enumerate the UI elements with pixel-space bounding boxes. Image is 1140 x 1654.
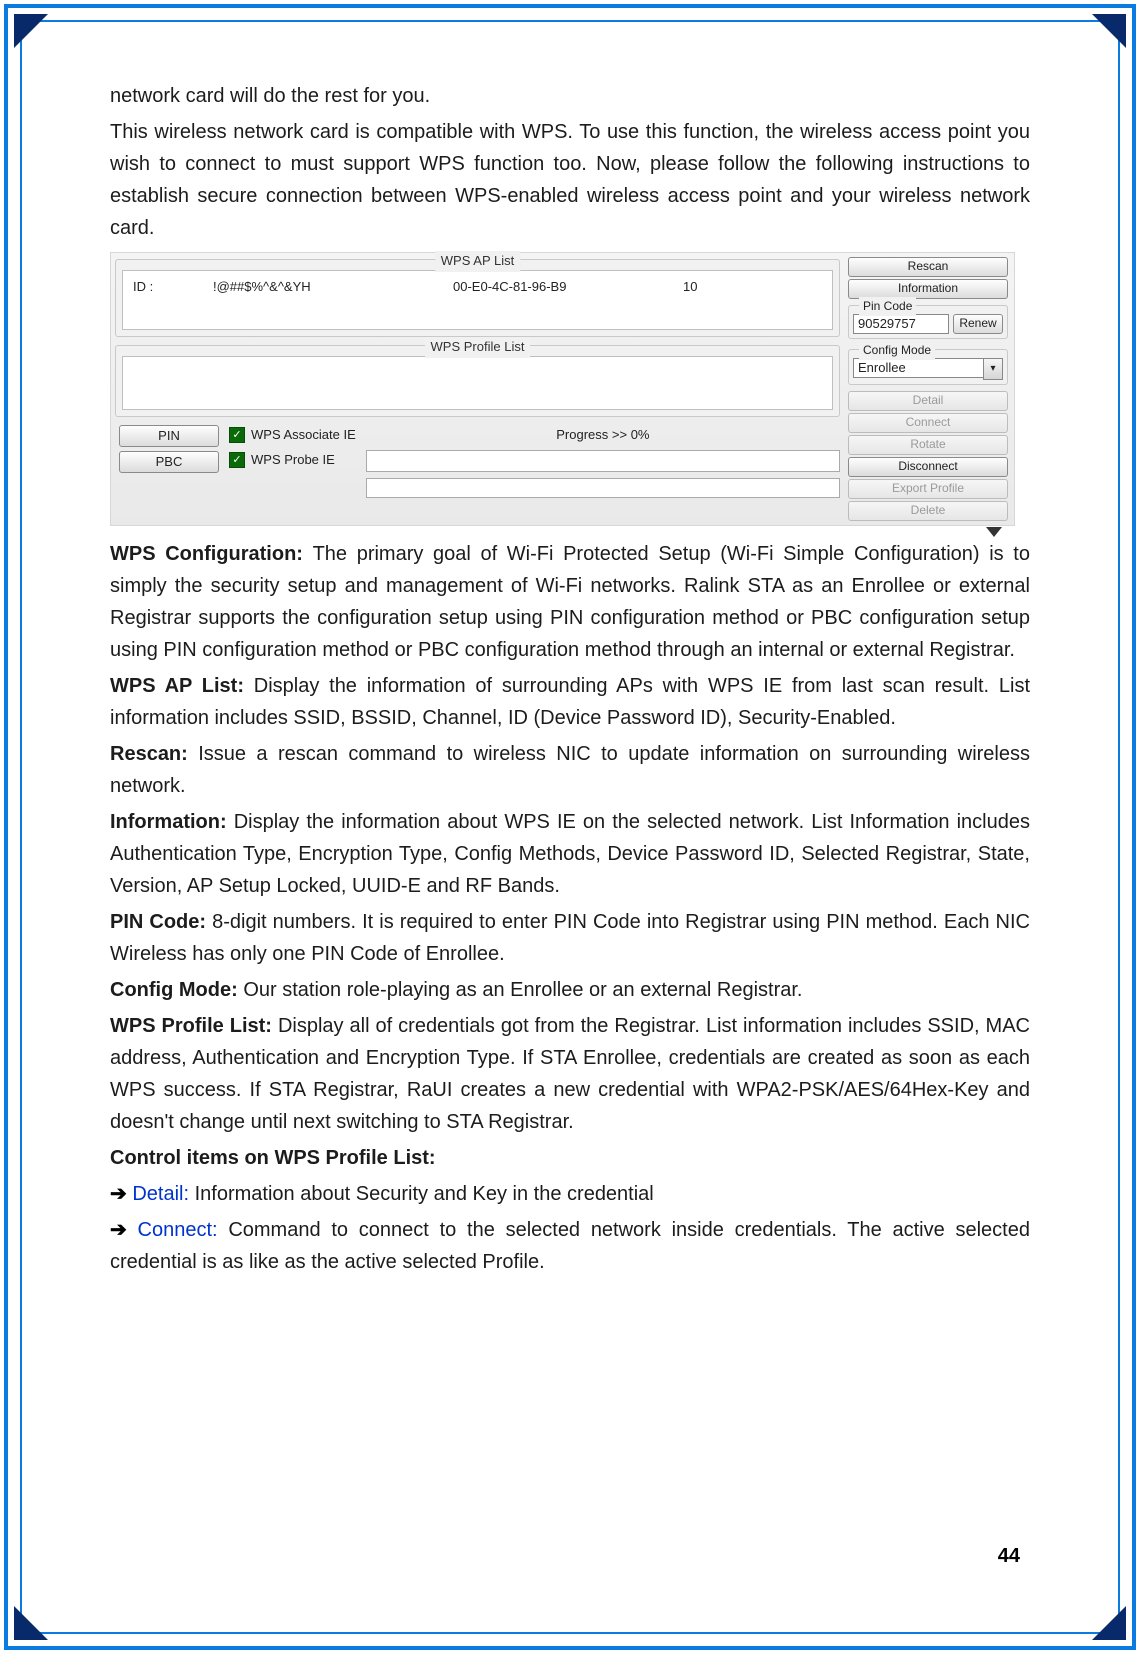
page-number: 44 [998, 1545, 1020, 1568]
expand-down-icon[interactable] [986, 527, 1002, 537]
renew-button[interactable]: Renew [953, 314, 1003, 334]
pbc-button[interactable]: PBC [119, 451, 219, 473]
text-rescan: Issue a rescan command to wireless NIC t… [110, 743, 1030, 797]
config-mode-legend: Config Mode [859, 341, 935, 360]
arrow-icon: ➔ [110, 1219, 138, 1241]
label-wps-ap-list: WPS AP List: [110, 675, 254, 697]
control-items-heading: Control items on WPS Profile List: [110, 1142, 1030, 1174]
config-mode-select[interactable]: Enrollee ▾ [853, 358, 1003, 380]
connect-button[interactable]: Connect [848, 413, 1008, 433]
para-wps-ap-list: WPS AP List: Display the information of … [110, 670, 1030, 734]
pin-code-field[interactable]: 90529757 [853, 314, 949, 334]
profile-list-legend: WPS Profile List [425, 337, 531, 358]
label-information: Information: [110, 811, 234, 833]
bullet-detail: ➔ Detail: Information about Security and… [110, 1178, 1030, 1210]
chevron-down-icon[interactable]: ▾ [983, 358, 1003, 380]
bullet-connect: ➔ Connect: Command to connect to the sel… [110, 1214, 1030, 1278]
text-config-mode: Our station role-playing as an Enrollee … [243, 979, 802, 1001]
rotate-button[interactable]: Rotate [848, 435, 1008, 455]
intro-paragraph: This wireless network card is compatible… [110, 116, 1030, 244]
pin-button[interactable]: PIN [119, 425, 219, 447]
text-detail: Information about Security and Key in th… [189, 1183, 654, 1205]
rescan-button[interactable]: Rescan [848, 257, 1008, 277]
config-mode-value: Enrollee [853, 358, 983, 378]
para-pin-code: PIN Code: 8-digit numbers. It is require… [110, 906, 1030, 970]
probe-ie-label: WPS Probe IE [251, 450, 335, 471]
pin-code-legend: Pin Code [859, 297, 916, 316]
label-pin-code: PIN Code: [110, 911, 212, 933]
delete-button[interactable]: Delete [848, 501, 1008, 521]
para-information: Information: Display the information abo… [110, 806, 1030, 902]
detail-button[interactable]: Detail [848, 391, 1008, 411]
ap-ssid: !@##$%^&^&YH [203, 275, 443, 300]
label-rescan: Rescan: [110, 743, 198, 765]
profile-list[interactable] [122, 356, 833, 410]
para-wps-configuration: WPS Configuration: The primary goal of W… [110, 538, 1030, 666]
label-wps-profile-list: WPS Profile List: [110, 1015, 278, 1037]
label-config-mode: Config Mode: [110, 979, 243, 1001]
label-wps-configuration: WPS Configuration: [110, 543, 313, 565]
progress-label: Progress >> 0% [366, 425, 840, 446]
progress-bar [366, 450, 840, 472]
ap-list-row[interactable]: ID : !@##$%^&^&YH 00-E0-4C-81-96-B9 10 [122, 270, 833, 330]
para-rescan: Rescan: Issue a rescan command to wirele… [110, 738, 1030, 802]
text-connect: Command to connect to the selected netwo… [110, 1219, 1030, 1273]
status-log [366, 478, 840, 498]
text-pin-code: 8-digit numbers. It is required to enter… [110, 911, 1030, 965]
intro-line: network card will do the rest for you. [110, 80, 1030, 112]
term-detail: Detail: [132, 1183, 189, 1205]
ap-channel: 10 [673, 275, 753, 300]
information-button[interactable]: Information [848, 279, 1008, 299]
para-config-mode: Config Mode: Our station role-playing as… [110, 974, 1030, 1006]
text-information: Display the information about WPS IE on … [110, 811, 1030, 897]
para-wps-profile-list: WPS Profile List: Display all of credent… [110, 1010, 1030, 1138]
ap-list-legend: WPS AP List [435, 251, 520, 272]
term-connect: Connect: [138, 1219, 218, 1241]
arrow-icon: ➔ [110, 1183, 132, 1205]
ap-id: ID : [123, 275, 203, 300]
associate-ie-label: WPS Associate IE [251, 425, 356, 446]
checkbox-associate-ie[interactable]: ✓ [229, 427, 245, 443]
disconnect-button[interactable]: Disconnect [848, 457, 1008, 477]
checkbox-probe-ie[interactable]: ✓ [229, 452, 245, 468]
ap-bssid: 00-E0-4C-81-96-B9 [443, 275, 673, 300]
export-profile-button[interactable]: Export Profile [848, 479, 1008, 499]
wps-config-screenshot: WPS AP List ID : !@##$%^&^&YH 00-E0-4C-8… [110, 252, 1015, 526]
